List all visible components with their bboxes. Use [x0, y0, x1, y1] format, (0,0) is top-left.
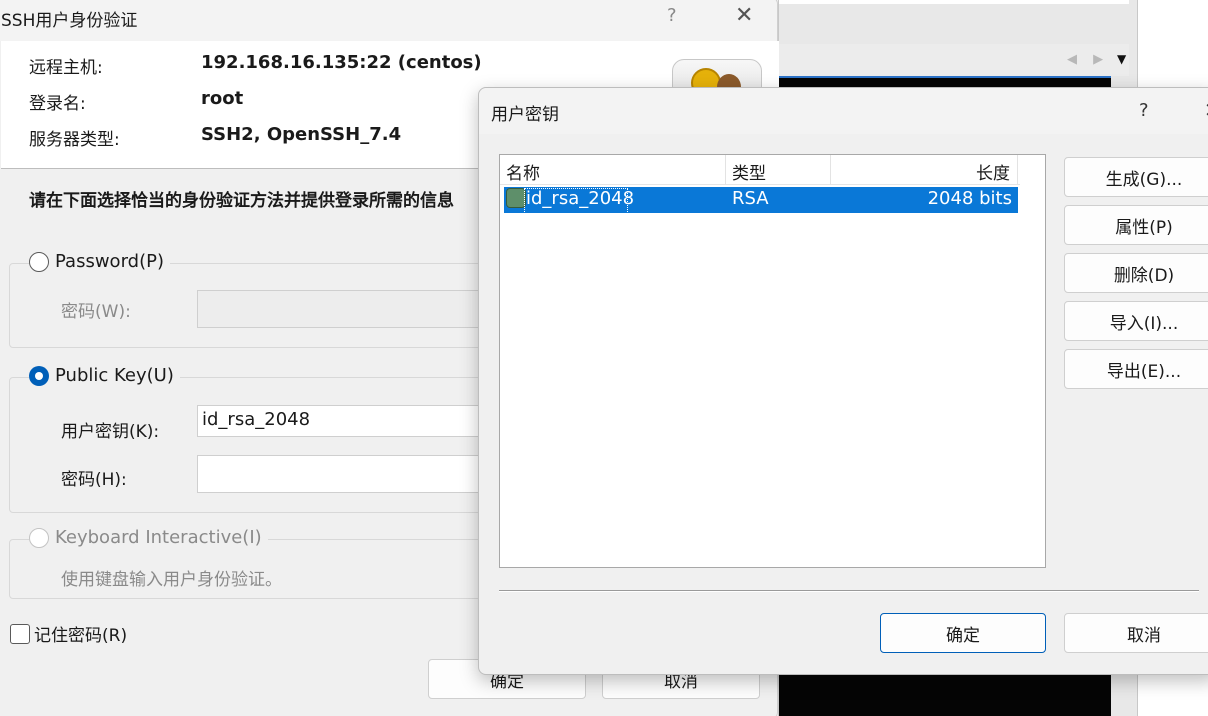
column-separator[interactable] [1017, 155, 1018, 185]
server-type-label: 服务器类型: [29, 130, 120, 150]
public-key-radio-button[interactable] [29, 365, 49, 386]
password-radio[interactable]: Password(P) [29, 251, 170, 272]
remember-password-row[interactable]: 记住密码(R) [10, 621, 127, 646]
password-radio-button[interactable] [29, 251, 49, 272]
keyboard-interactive-radio[interactable]: Keyboard Interactive(I) [29, 527, 268, 548]
password-field[interactable] [197, 290, 497, 328]
key-type-cell: RSA [732, 188, 769, 209]
column-length-header[interactable]: 长度 [976, 159, 1010, 184]
keys-dialog-title: 用户密钥 [491, 105, 559, 125]
remember-password-checkbox[interactable] [10, 623, 30, 644]
public-key-radio-label: Public Key(U) [55, 365, 174, 386]
remote-host-value: 192.168.16.135:22 (centos) [201, 52, 482, 73]
password-radio-label: Password(P) [55, 251, 164, 272]
keyboard-interactive-description: 使用键盘输入用户身份验证。 [61, 570, 282, 590]
keys-help-icon[interactable]: ? [1139, 100, 1149, 121]
background-window-top-strip [779, 0, 1129, 4]
server-type-value: SSH2, OpenSSH_7.4 [201, 124, 402, 145]
keys-close-icon[interactable]: ✕ [1204, 98, 1208, 122]
login-name-label: 登录名: [29, 94, 86, 114]
delete-key-button[interactable]: 删除(D) [1064, 253, 1208, 293]
key-passphrase-field[interactable] [197, 455, 497, 493]
column-separator[interactable] [725, 155, 726, 185]
key-pair-icon [506, 188, 526, 208]
public-key-radio[interactable]: Public Key(U) [29, 365, 180, 386]
tab-scroll-arrows-icon[interactable]: ◀ ▶ [1067, 52, 1109, 67]
key-list-header: 名称 类型 长度 [500, 155, 1020, 185]
column-separator[interactable] [830, 155, 831, 185]
keyboard-interactive-label: Keyboard Interactive(I) [55, 527, 262, 548]
help-icon[interactable]: ? [667, 5, 677, 26]
tab-list-dropdown-icon[interactable]: ▼ [1117, 52, 1126, 66]
keys-dialog-titlebar[interactable]: 用户密钥 ? ✕ [479, 88, 1208, 134]
user-key-select[interactable]: id_rsa_2048 [197, 405, 497, 437]
auth-instruction: 请在下面选择恰当的身份验证方法并提供登录所需的信息 [29, 191, 454, 211]
import-key-button[interactable]: 导入(I)... [1064, 301, 1208, 341]
user-key-list[interactable]: 名称 类型 长度 id_rsa_2048 RSA 2048 bits [499, 154, 1046, 568]
dialog-divider [499, 590, 1199, 592]
password-field-label: 密码(W): [61, 302, 131, 322]
remote-host-label: 远程主机: [29, 58, 103, 78]
export-key-button[interactable]: 导出(E)... [1064, 349, 1208, 389]
key-name-cell: id_rsa_2048 [526, 188, 635, 209]
keyboard-interactive-radio-button[interactable] [29, 527, 49, 548]
login-name-value: root [201, 88, 244, 109]
column-type-header[interactable]: 类型 [732, 159, 766, 184]
generate-key-button[interactable]: 生成(G)... [1064, 157, 1208, 197]
key-properties-button[interactable]: 属性(P) [1064, 205, 1208, 245]
key-list-row[interactable]: id_rsa_2048 RSA 2048 bits [504, 187, 1018, 214]
column-name-header[interactable]: 名称 [506, 159, 540, 184]
keys-ok-button[interactable]: 确定 [880, 613, 1046, 653]
key-passphrase-label: 密码(H): [61, 470, 127, 490]
ssh-dialog-title: SSH用户身份验证 [1, 11, 138, 31]
keys-cancel-button[interactable]: 取消 [1064, 613, 1208, 653]
key-length-cell: 2048 bits [927, 188, 1012, 209]
user-key-label: 用户密钥(K): [61, 422, 160, 442]
user-keys-dialog: 用户密钥 ? ✕ 名称 类型 长度 id_rsa_2048 RSA 2048 b… [478, 87, 1208, 675]
close-icon[interactable]: ✕ [735, 3, 753, 28]
ssh-dialog-titlebar[interactable]: SSH用户身份验证 ? ✕ [0, 0, 777, 41]
remember-password-label: 记住密码(R) [34, 626, 128, 646]
